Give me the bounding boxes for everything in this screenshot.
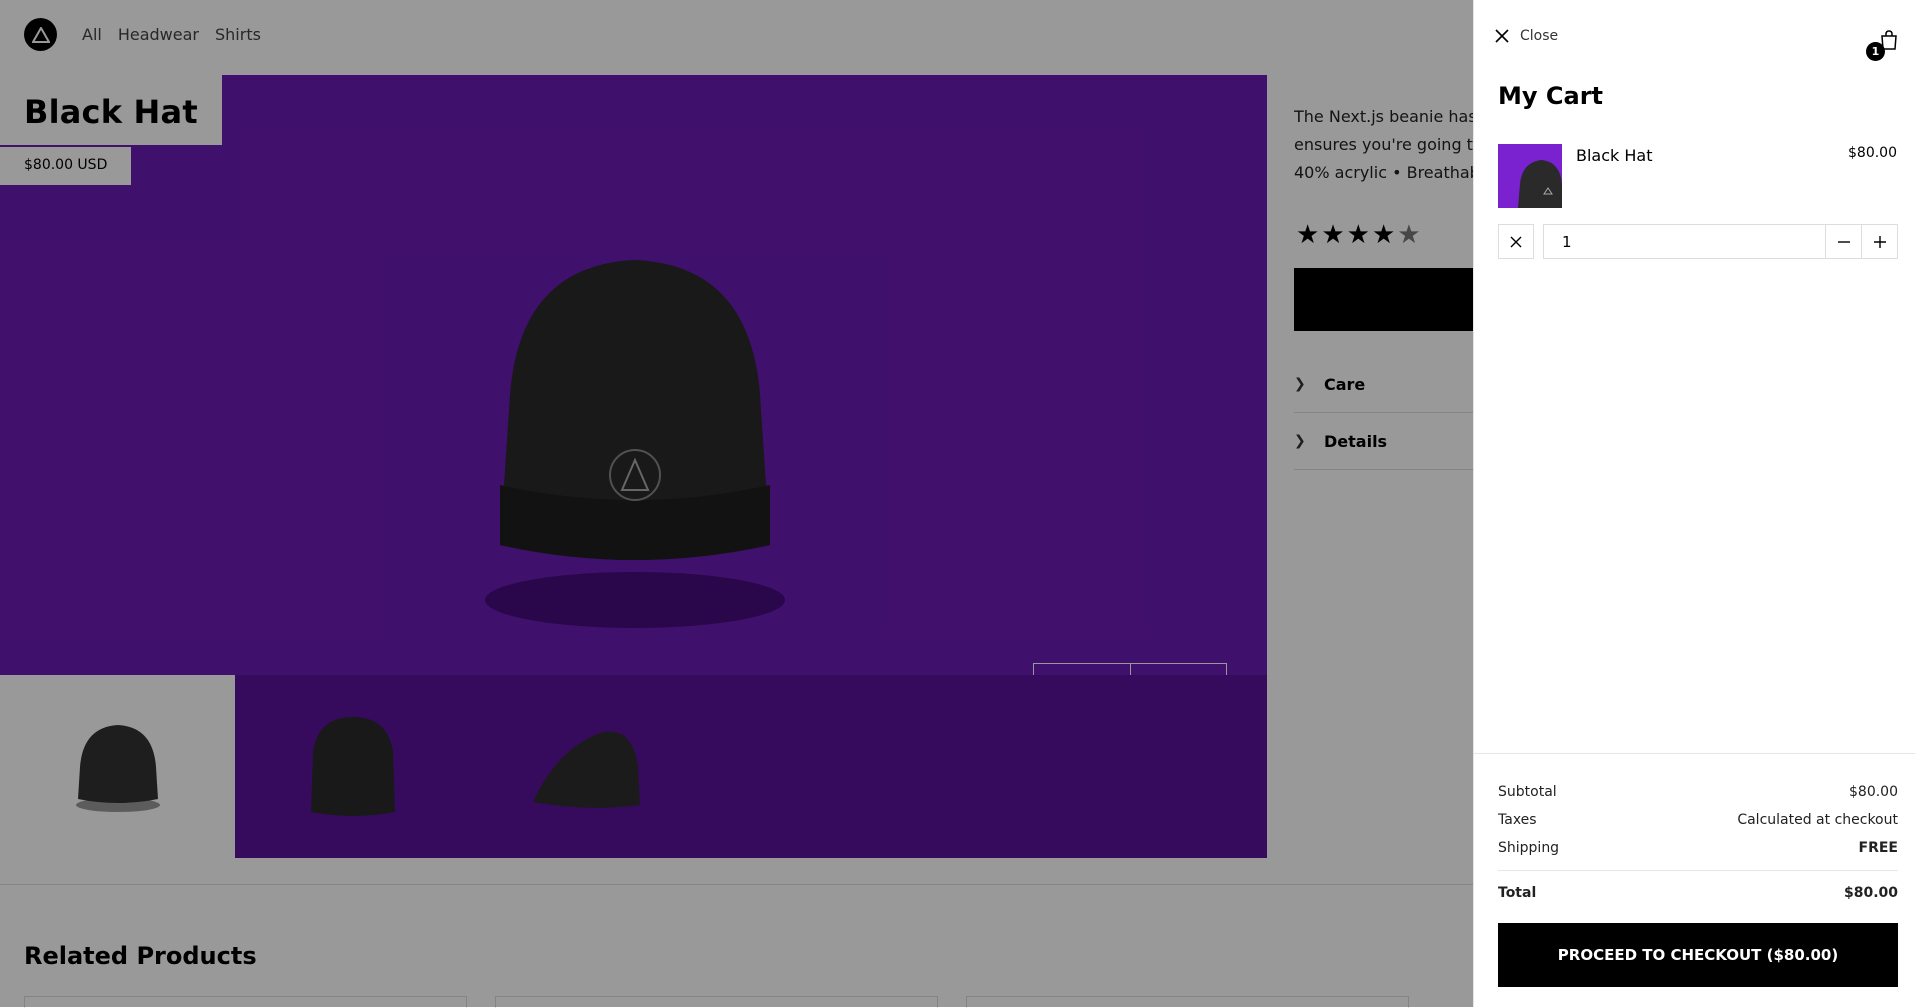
plus-icon	[1873, 235, 1886, 248]
close-icon	[1510, 236, 1522, 247]
subtotal-value: $80.00	[1849, 784, 1898, 800]
summary-divider	[1474, 753, 1915, 754]
product-page: All Headwear Shirts Black Hat $80.00 USD…	[0, 0, 1915, 1008]
subtotal-label: Subtotal	[1498, 784, 1557, 800]
shipping-row: Shipping FREE	[1498, 840, 1898, 856]
shipping-label: Shipping	[1498, 840, 1560, 856]
checkout-button[interactable]: PROCEED TO CHECKOUT ($80.00)	[1498, 923, 1898, 987]
taxes-value: Calculated at checkout	[1737, 812, 1898, 828]
cart-item-price: $80.00	[1848, 145, 1897, 161]
taxes-label: Taxes	[1498, 812, 1537, 828]
cart-title: My Cart	[1498, 82, 1603, 110]
minus-icon	[1837, 240, 1850, 243]
summary-divider	[1498, 870, 1898, 871]
close-cart-button[interactable]: Close	[1494, 28, 1558, 44]
total-value: $80.00	[1843, 885, 1898, 901]
close-label: Close	[1520, 28, 1559, 44]
total-row: Total $80.00	[1498, 885, 1898, 901]
taxes-row: Taxes Calculated at checkout	[1498, 812, 1898, 828]
quantity-stepper	[1543, 224, 1898, 259]
quantity-input[interactable]	[1544, 225, 1825, 258]
shipping-value: FREE	[1858, 840, 1898, 856]
cart-count-badge: 1	[1866, 42, 1885, 61]
cart-item-thumbnail	[1518, 160, 1562, 208]
decrease-quantity-button[interactable]	[1825, 225, 1861, 258]
modal-backdrop[interactable]	[0, 0, 1473, 1007]
cart-drawer: Close 1 My Cart Black Hat $80.00 1 Subto…	[1473, 0, 1915, 1007]
cart-item-image[interactable]	[1498, 144, 1562, 208]
subtotal-row: Subtotal $80.00	[1498, 784, 1898, 800]
quantity-controls	[1498, 224, 1898, 259]
cart-item-name[interactable]: Black Hat	[1576, 146, 1652, 165]
increase-quantity-button[interactable]	[1861, 225, 1897, 258]
remove-item-button[interactable]	[1498, 224, 1534, 259]
close-icon	[1495, 29, 1509, 43]
total-label: Total	[1498, 885, 1537, 901]
